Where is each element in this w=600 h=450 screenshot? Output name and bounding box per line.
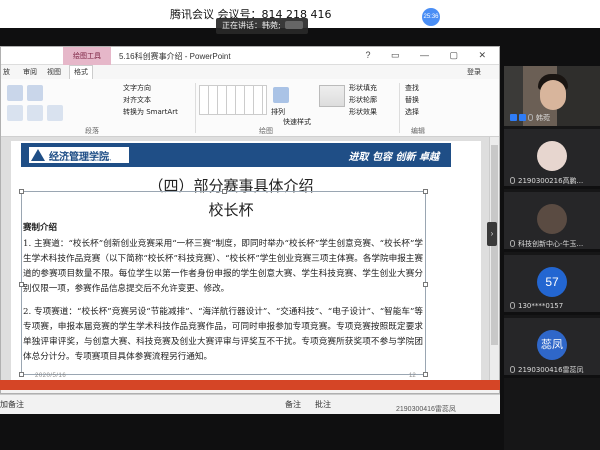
participant-name: 韩菀 (536, 115, 550, 122)
participant-label: 2190300416雷蕊凤 (510, 365, 584, 375)
participant-tile[interactable]: 蕊凤 2190300416雷蕊凤 (504, 318, 600, 378)
slide-body[interactable]: 赛制介绍 1. 主赛道：“校长杯”创新创业竞赛采用“一杯三赛”制度，即同时举办“… (23, 221, 423, 365)
quick-styles-icon[interactable] (319, 85, 345, 107)
align-text-button[interactable]: 对齐文本 (123, 95, 151, 105)
resize-handle[interactable] (19, 189, 24, 194)
slide-subtitle[interactable]: 校长杯 (11, 199, 451, 220)
replace-button[interactable]: 替换 (405, 95, 419, 105)
select-button[interactable]: 选择 (405, 107, 419, 117)
participant-label: 科技创新中心-牛玉... (510, 239, 583, 249)
smartart-button[interactable]: 转换为 SmartArt (123, 107, 178, 117)
participant-tile[interactable]: 57 130****0157 (504, 255, 600, 315)
participant-tile[interactable]: 科技创新中心-牛玉... (504, 192, 600, 252)
shapes-gallery[interactable] (199, 85, 267, 115)
arrange-icon[interactable] (273, 87, 289, 103)
screen: 腾讯会议 会议号：814 218 416 25:36 正在讲话：韩菀; 绘图工具… (0, 0, 600, 450)
quick-styles-button[interactable]: 快速样式 (283, 117, 311, 127)
group-editing-label: 编辑 (411, 127, 425, 135)
mic-muted-icon (510, 366, 515, 373)
participant-tile[interactable]: 2190300216高鹏... (504, 129, 600, 189)
resize-handle[interactable] (222, 189, 227, 194)
host-icon (519, 114, 526, 121)
drawing-tools-context-tab[interactable]: 绘图工具 (63, 47, 111, 65)
ppt-titlebar: 绘图工具 5.16科创赛事介绍 - PowerPoint ? ▭ — ▢ ✕ (1, 47, 499, 65)
paragraph-special-track: 2. 专项赛道：“校长杯”竞赛另设“节能减排”、“海洋航行器设计”、“交通科技”… (23, 307, 423, 362)
align-left-icon[interactable] (7, 105, 23, 121)
participant-avatar (537, 204, 567, 234)
comments-button[interactable]: 批注 (315, 399, 331, 410)
participant-avatar (537, 141, 567, 171)
slide-page-number: 12 (409, 373, 416, 379)
group-divider (399, 83, 400, 133)
participant-name: 科技创新中心-牛玉... (518, 240, 584, 248)
slide-banner: 经济管理学院 SCHOOL OF ECONOMICS & MANAGEMENT … (21, 143, 451, 167)
participant-label: 韩菀 (510, 113, 550, 123)
shape-fill-button[interactable]: 形状填充 (349, 83, 377, 93)
mic-muted-icon (510, 302, 515, 309)
participant-avatar: 57 (537, 267, 567, 297)
powerpoint-window: 绘图工具 5.16科创赛事介绍 - PowerPoint ? ▭ — ▢ ✕ 放… (0, 46, 500, 394)
arrange-button[interactable]: 排列 (271, 107, 285, 117)
school-logo: 经济管理学院 SCHOOL OF ECONOMICS & MANAGEMENT (29, 147, 129, 163)
add-note-button[interactable]: 加备注 (0, 399, 24, 410)
participant-name: 2190300416雷蕊凤 (518, 366, 584, 374)
slide-canvas: 经济管理学院 SCHOOL OF ECONOMICS & MANAGEMENT … (1, 137, 489, 385)
section-heading: 赛制介绍 (23, 223, 58, 233)
vertical-scrollbar[interactable] (489, 137, 499, 385)
participants-panel: 韩菀 2190300216高鹏... 科技创新中心-牛玉... 57 130**… (504, 66, 600, 450)
notes-button[interactable]: 备注 (285, 399, 301, 410)
banner-motto: 进取 包容 创新 卓越 (348, 152, 439, 163)
tab-view[interactable]: 视图 (47, 67, 61, 77)
ribbon-tabs: 放 审阅 视图 格式 登录 (1, 65, 499, 79)
participant-label: 2190300216高鹏... (510, 176, 583, 186)
tab-format[interactable]: 格式 (69, 65, 93, 79)
paragraph-main-track: 1. 主赛道：“校长杯”创新创业竞赛采用“一杯三赛”制度，即同时举办“校长杯”学… (23, 239, 423, 294)
speaker-icon (510, 114, 517, 121)
resize-handle[interactable] (423, 189, 428, 194)
slide[interactable]: 经济管理学院 SCHOOL OF ECONOMICS & MANAGEMENT … (11, 141, 481, 385)
group-paragraph-label: 段落 (85, 127, 99, 135)
blurred-name (284, 21, 303, 29)
mic-muted-icon (510, 177, 515, 184)
participant-face (540, 80, 566, 110)
group-divider (195, 83, 196, 133)
participant-label: 130****0157 (510, 302, 563, 310)
shape-effects-button[interactable]: 形状效果 (349, 107, 377, 117)
align-right-icon[interactable] (47, 105, 63, 121)
floating-name-label: 2190300416雷蕊凤 (396, 406, 456, 413)
find-button[interactable]: 查找 (405, 83, 419, 93)
tab-review[interactable]: 审阅 (23, 67, 37, 77)
group-drawing-label: 绘图 (259, 127, 273, 135)
participant-tile[interactable]: 韩菀 (504, 66, 600, 126)
login-link[interactable]: 登录 (467, 67, 481, 77)
window-controls[interactable]: ? ▭ — ▢ ✕ (365, 50, 495, 61)
document-title: 5.16科创赛事介绍 - PowerPoint (119, 52, 231, 61)
speaking-indicator: 正在讲话：韩菀; (216, 18, 308, 34)
resize-handle[interactable] (423, 372, 428, 377)
resize-handle[interactable] (19, 372, 24, 377)
panel-collapse-chevron-icon[interactable]: › (487, 222, 497, 246)
participant-name: 2190300216高鹏... (518, 177, 584, 185)
numbering-icon[interactable] (27, 85, 43, 101)
tab-slideshow[interactable]: 放 (3, 67, 10, 77)
ribbon: 文字方向 对齐文本 转换为 SmartArt 段落 排列 快速样式 形状填充 形… (1, 79, 499, 137)
shape-outline-button[interactable]: 形状轮廓 (349, 95, 377, 105)
mic-icon (528, 114, 533, 121)
slide-date: 2020/5/16 (35, 373, 67, 379)
speaking-text: 正在讲话：韩菀; (222, 21, 281, 30)
participant-name: 130****0157 (518, 302, 564, 310)
school-logo-mark (31, 149, 45, 161)
mic-muted-icon (510, 240, 515, 247)
notes-strip (0, 380, 500, 390)
participant-avatar: 蕊凤 (537, 330, 567, 360)
align-center-icon[interactable] (27, 105, 43, 121)
resize-handle[interactable] (423, 282, 428, 287)
bullets-icon[interactable] (7, 85, 23, 101)
text-direction-button[interactable]: 文字方向 (123, 83, 151, 93)
meeting-timer: 25:36 (422, 8, 440, 26)
school-logo-subtitle: SCHOOL OF ECONOMICS & MANAGEMENT (49, 158, 112, 162)
